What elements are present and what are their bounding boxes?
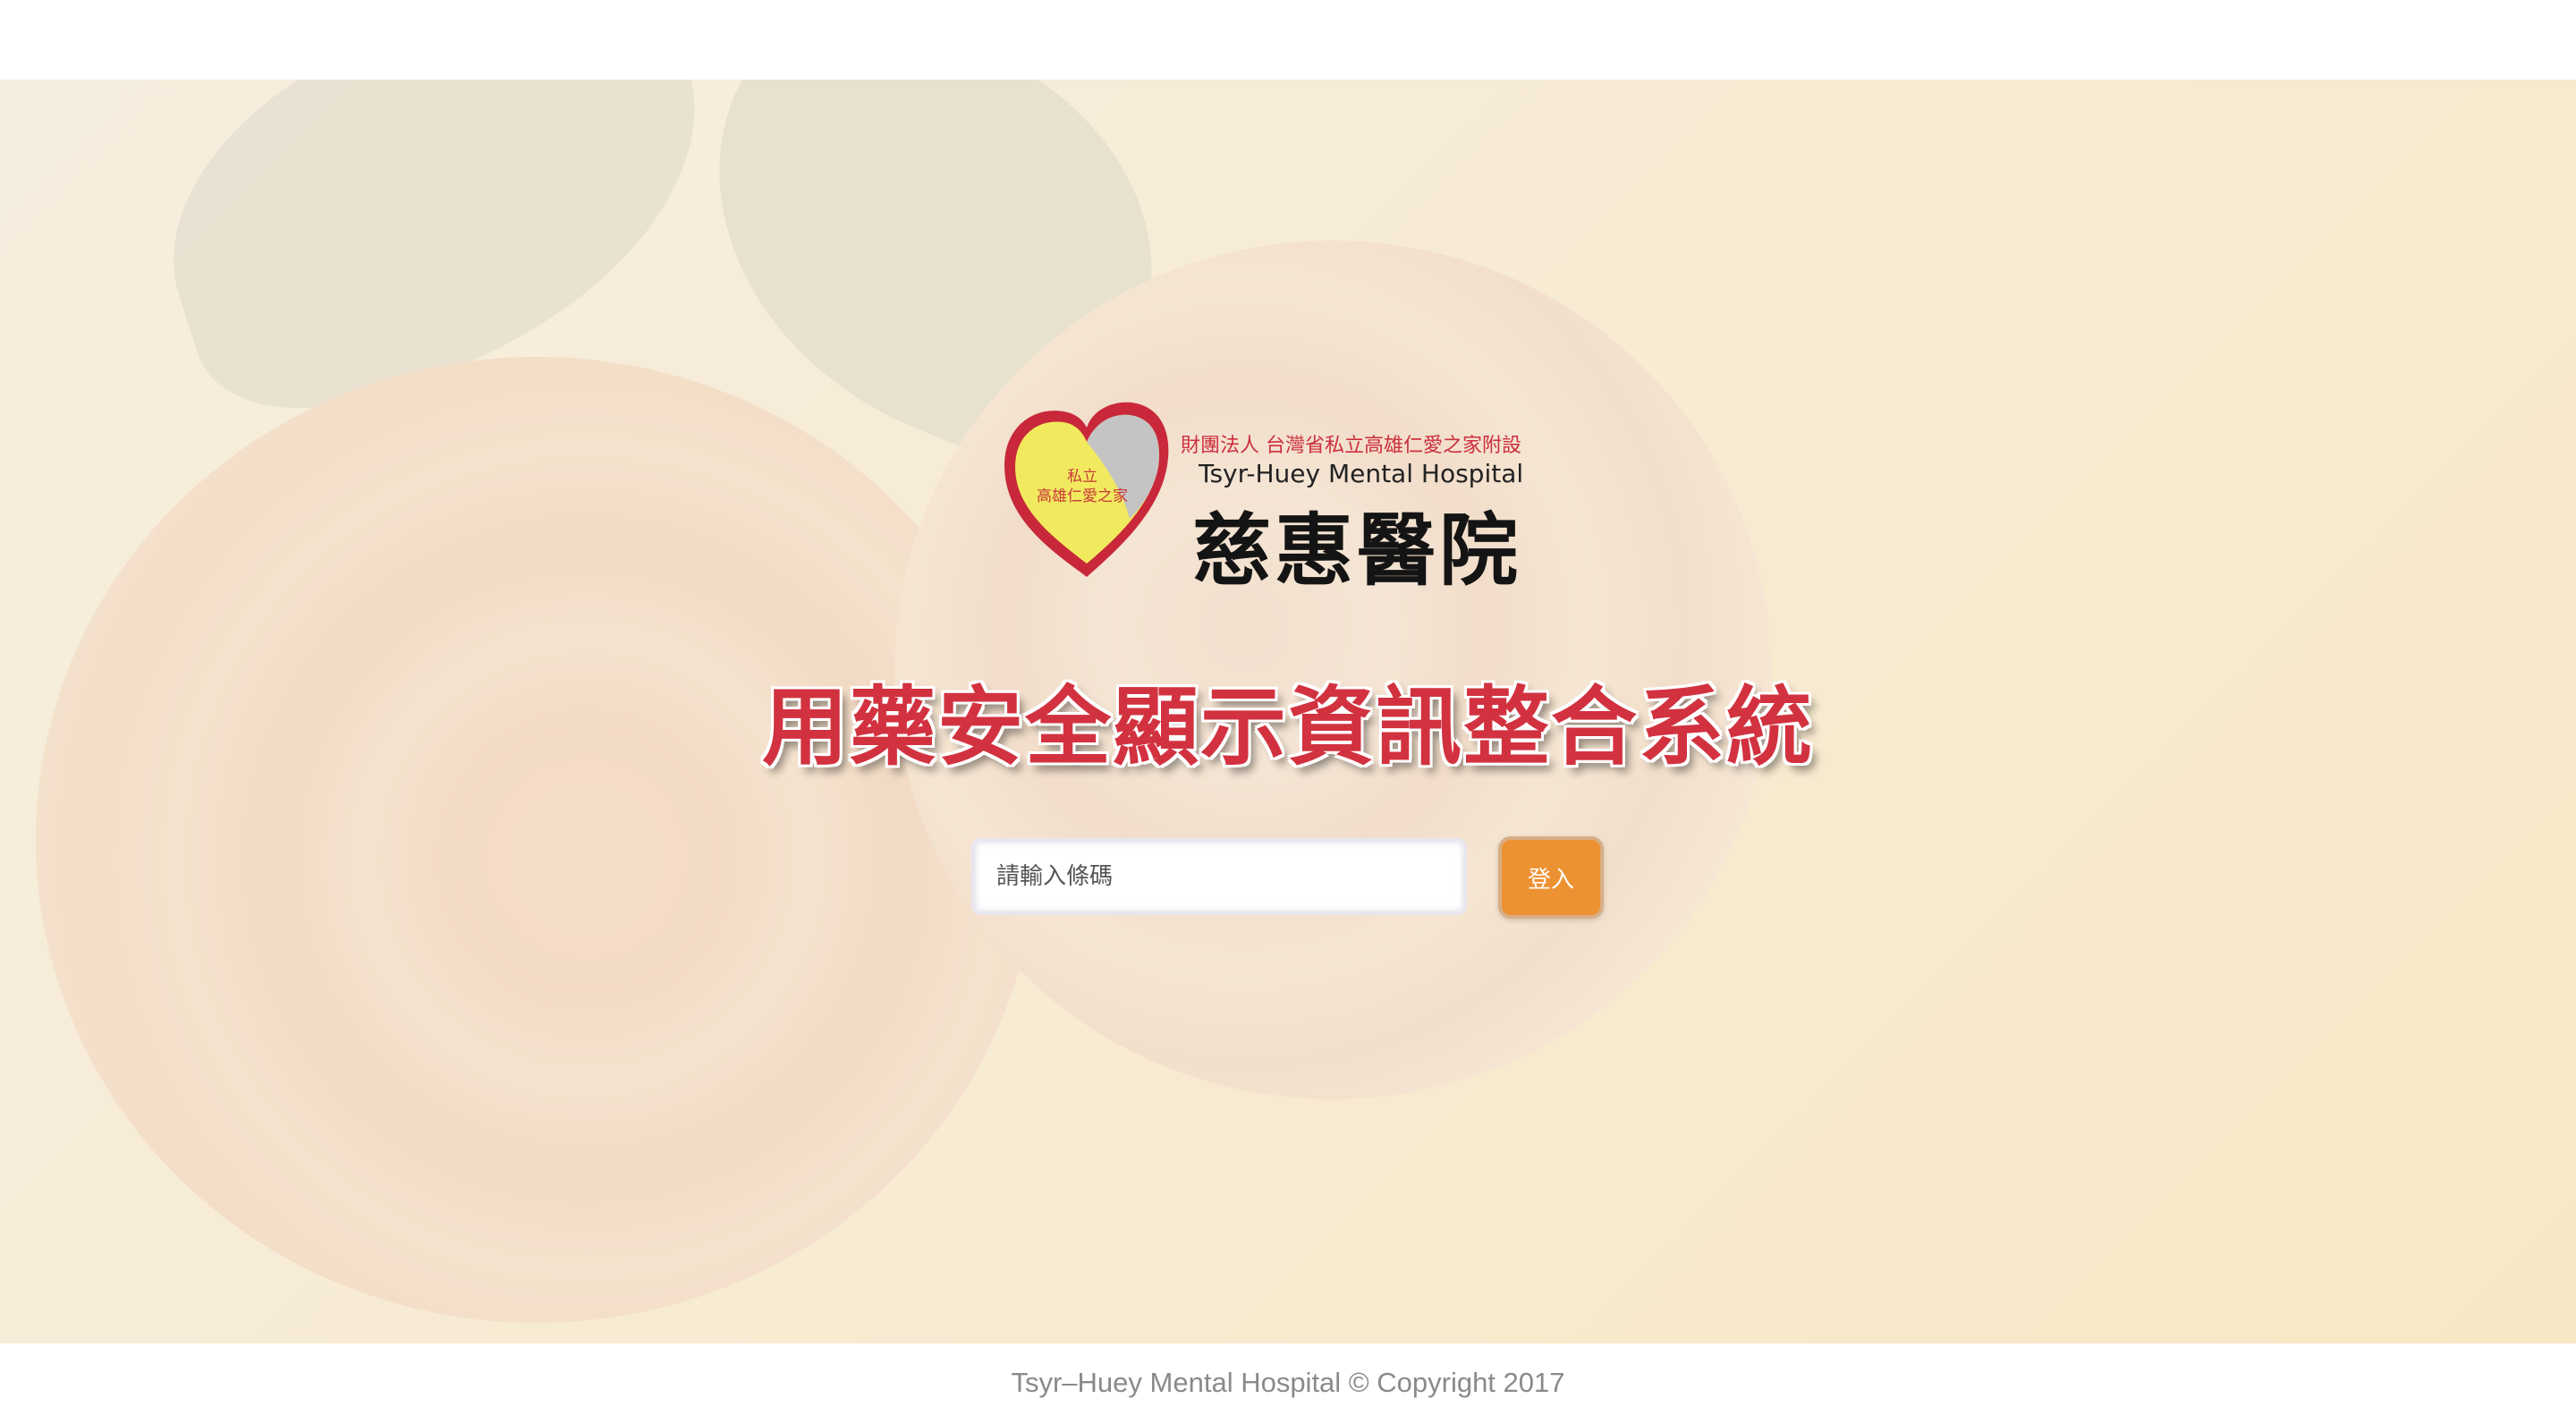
login-form: 登入 — [971, 836, 1615, 926]
heart-label: 私立 高雄仁愛之家 — [1024, 467, 1140, 506]
barcode-input[interactable] — [971, 838, 1467, 915]
hospital-english-name: Tsyr-Huey Mental Hospital — [1199, 459, 1524, 488]
footer: Tsyr–Huey Mental Hospital © Copyright 20… — [0, 1343, 2576, 1424]
heart-label-line2: 高雄仁愛之家 — [1037, 487, 1128, 505]
system-title: 用藥安全顯示資訊整合系統 — [762, 677, 1814, 777]
login-button[interactable]: 登入 — [1498, 836, 1604, 919]
foundation-text: 財團法人 台灣省私立高雄仁愛之家附設 — [1181, 435, 1521, 457]
heart-label-line1: 私立 — [1067, 468, 1097, 486]
top-bar — [0, 0, 2576, 80]
copyright-text: Tsyr–Huey Mental Hospital © Copyright 20… — [1011, 1367, 1565, 1398]
hospital-logo: 私立 高雄仁愛之家 財團法人 台灣省私立高雄仁愛之家附設 Tsyr-Huey M… — [997, 313, 1552, 597]
hospital-chinese-name: 慈惠醫院 — [1192, 504, 1522, 597]
